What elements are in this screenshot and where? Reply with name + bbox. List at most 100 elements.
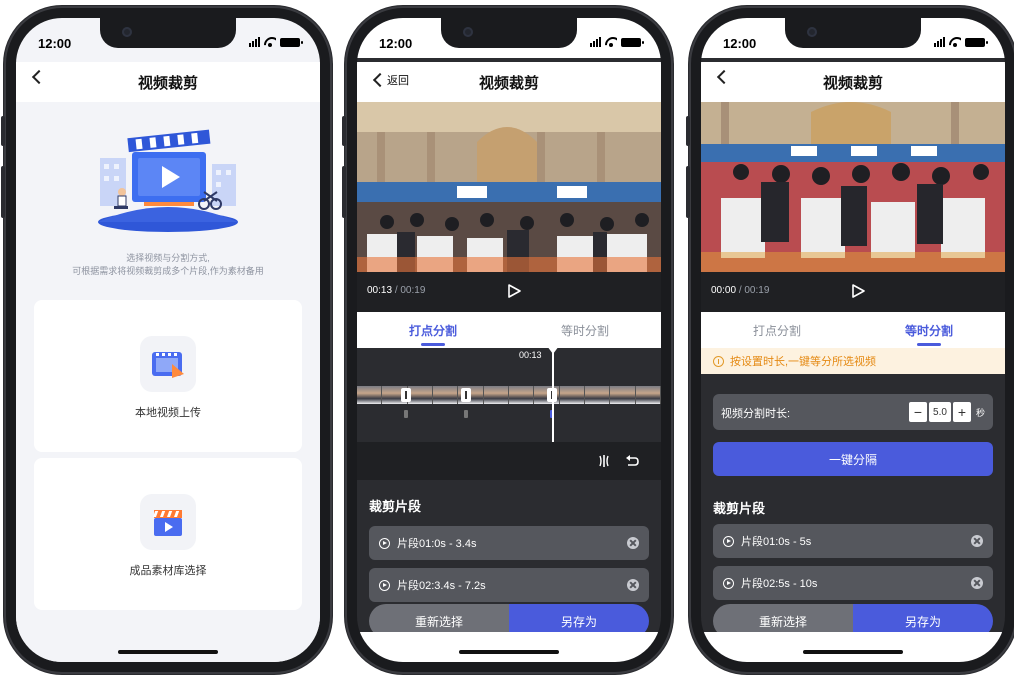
segment-row[interactable]: 片段01:0s - 3.4s [369,526,649,560]
material-library-icon [140,494,196,550]
duration-stepper: − 5.0 + [909,402,971,422]
split-duration-row: 视频分割时长: − 5.0 + 秒 [713,394,993,430]
decrease-button[interactable]: − [909,402,927,422]
marker-pin [404,410,408,418]
segment-row[interactable]: 片段02:5s - 10s [713,566,993,600]
play-circle-icon[interactable] [379,579,390,591]
home-indicator [118,650,218,654]
one-click-split-button[interactable]: 一键分隔 [713,442,993,476]
phone-frame-2: 12:00 返回 视频裁剪 00:13 / 00:19 打点分割 等时分割 00… [342,6,673,674]
page-title: 视频裁剪 [137,74,198,92]
remove-segment-icon[interactable] [971,535,983,547]
time-readout: 00:13 / 00:19 [367,285,426,296]
timeline-tools [357,442,661,480]
back-label: 返回 [387,75,409,87]
player-controls: 00:00 / 00:19 [701,272,1005,312]
screen-upload-source: 12:00 视频裁剪 选择视频与分割方式, 可根据需求将视频裁剪成多个片段,作为… [16,18,320,662]
notch [100,18,236,48]
nav-bar: 视频裁剪 [701,62,1005,102]
notch [785,18,921,48]
time-readout: 00:00 / 00:19 [711,285,770,296]
segment-label: 片段01:0s - 3.4s [397,538,477,550]
video-preview[interactable] [701,102,1005,272]
remove-segment-icon[interactable] [627,579,639,591]
segment-row[interactable]: 片段01:0s - 5s [713,524,993,558]
page-title: 视频裁剪 [478,74,539,92]
play-circle-icon[interactable] [723,577,734,589]
segment-label: 片段01:0s - 5s [741,536,812,548]
front-camera [122,27,132,37]
battery-icon [965,37,988,47]
status-time: 12:00 [38,36,72,51]
screen-mark-split: 12:00 返回 视频裁剪 00:13 / 00:19 打点分割 等时分割 00… [357,18,661,662]
screen-equal-split: 12:00 视频裁剪 00:00 / 00:19 打点分割 等时分割 按设置时长… [701,18,1005,662]
signal-icon [590,37,601,47]
playhead[interactable] [547,346,559,442]
current-time: 00:00 [711,285,737,296]
chevron-left-icon [31,69,47,85]
split-cursor-icon[interactable] [597,454,611,468]
home-indicator [459,650,559,654]
playhead-time: 00:13 [519,350,542,360]
intro-line-2: 可根据需求将视频裁剪成多个片段,作为素材备用 [72,266,264,276]
back-button[interactable] [715,69,732,85]
nav-bar: 视频裁剪 [16,62,320,102]
notice-text: 按设置时长,一键等分所选视频 [730,356,877,368]
front-camera [463,27,473,37]
info-icon [713,355,724,367]
increase-button[interactable]: + [953,402,971,422]
home-indicator [803,650,903,654]
play-circle-icon[interactable] [379,537,390,549]
wifi-icon [949,37,961,47]
tab-equal-split[interactable]: 等时分割 [853,312,1005,348]
remove-segment-icon[interactable] [971,577,983,589]
intro-text: 选择视频与分割方式, 可根据需求将视频裁剪成多个片段,作为素材备用 [16,252,320,278]
undo-icon[interactable] [625,454,639,468]
segments-title: 裁剪片段 [369,499,422,514]
split-marker[interactable] [461,388,471,402]
local-video-icon [140,336,196,392]
duration-value[interactable]: 5.0 [929,402,951,422]
front-camera [807,27,817,37]
bottom-safe-area [701,632,1005,662]
play-circle-icon[interactable] [723,535,734,547]
bottom-safe-area [357,632,661,662]
intro-line-1: 选择视频与分割方式, [126,253,210,263]
chevron-left-icon [372,72,388,88]
local-video-upload-card[interactable]: 本地视频上传 [34,300,302,452]
segments-title: 裁剪片段 [713,501,766,516]
nav-bar: 返回 视频裁剪 [357,62,661,102]
split-mode-tabs: 打点分割 等时分割 [357,312,661,348]
tab-mark-split[interactable]: 打点分割 [701,312,853,348]
notch [441,18,577,48]
tab-equal-split[interactable]: 等时分割 [509,312,661,348]
material-library-card[interactable]: 成品素材库选择 [34,458,302,610]
marker-pin [464,410,468,418]
play-icon[interactable] [507,284,521,298]
play-icon[interactable] [851,284,865,298]
phone-frame-1: 12:00 视频裁剪 选择视频与分割方式, 可根据需求将视频裁剪成多个片段,作为… [1,6,332,674]
timeline-track[interactable]: 00:13 [357,346,661,442]
duration-unit: 秒 [975,408,985,418]
signal-icon [934,37,945,47]
split-marker[interactable] [401,388,411,402]
page-title: 视频裁剪 [822,74,883,92]
phone-frame-3: 12:00 视频裁剪 00:00 / 00:19 打点分割 等时分割 按设置时长… [686,6,1014,674]
chevron-left-icon [716,69,732,85]
notice-bar: 按设置时长,一键等分所选视频 [701,348,1005,374]
video-preview[interactable] [357,102,661,272]
tab-mark-split[interactable]: 打点分割 [357,312,509,348]
back-button[interactable]: 返回 [371,72,409,88]
back-button[interactable] [30,69,47,85]
segment-row[interactable]: 片段02:3.4s - 7.2s [369,568,649,602]
split-mode-tabs: 打点分割 等时分割 [701,312,1005,348]
remove-segment-icon[interactable] [627,537,639,549]
segment-label: 片段02:5s - 10s [741,578,818,590]
battery-icon [621,37,644,47]
material-library-label: 成品素材库选择 [129,565,207,577]
wifi-icon [264,37,276,47]
total-time: 00:19 [400,285,426,296]
status-time: 12:00 [379,36,413,51]
local-video-upload-label: 本地视频上传 [135,407,201,419]
signal-icon [249,37,260,47]
